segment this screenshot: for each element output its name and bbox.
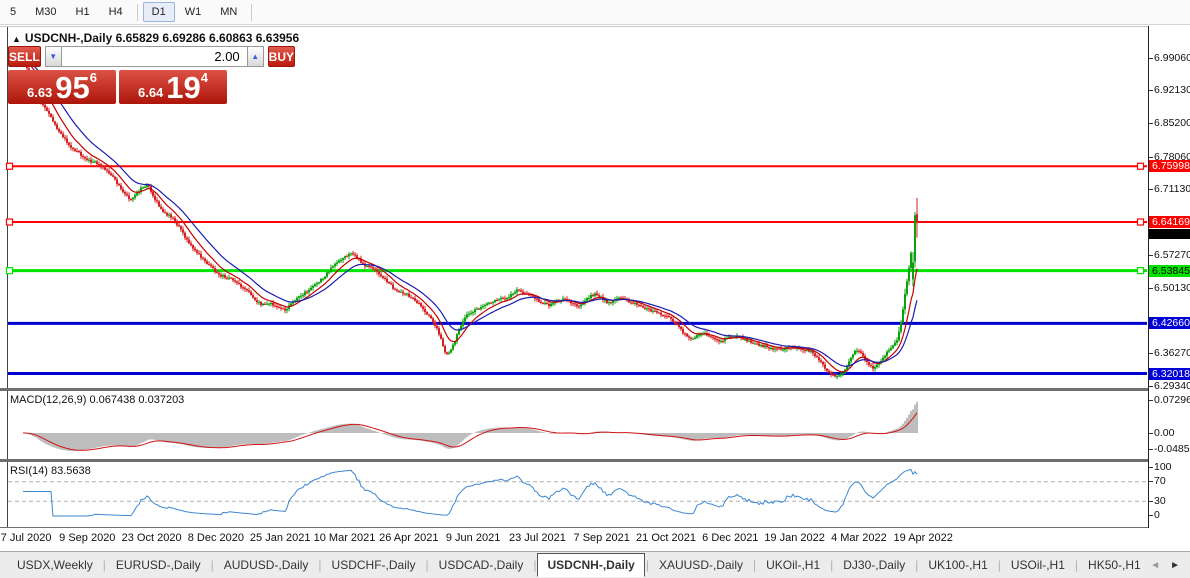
tab-separator: | [1075, 558, 1078, 572]
tab-usdx-weekly[interactable]: USDX,Weekly [8, 554, 102, 576]
tab-scroll-left-icon[interactable]: ◄ [1150, 560, 1160, 571]
hline-handle[interactable] [1138, 268, 1144, 274]
price-tick: 6.99060 [1154, 52, 1190, 64]
sell-price-pip: 6 [90, 71, 97, 84]
tab-ukoil-h1[interactable]: UKOil-,H1 [757, 554, 829, 576]
tab-separator: | [426, 558, 429, 572]
sell-price-big: 95 [55, 75, 89, 100]
tab-separator: | [211, 558, 214, 572]
date-tick: 23 Oct 2020 [122, 532, 182, 544]
date-tick: 10 Mar 2021 [314, 532, 376, 544]
chart-window-title: ▲ USDCNH-,Daily 6.65829 6.69286 6.60863 6… [12, 31, 299, 45]
tab-usoil-h1[interactable]: USOil-,H1 [1002, 554, 1074, 576]
one-click-trade-panel: SELL ▼ ▲ BUY 6.63 95 6 6.64 19 4 [8, 46, 227, 104]
macd-axis-tick: 0.00 [1154, 427, 1174, 439]
symbol-period-label: USDCNH-,Daily [25, 31, 112, 45]
terminal-window: 5M30H1H4D1W1MN ▲USDCNH-,Daily 6.65829 6.… [0, 0, 1190, 578]
date-tick: 27 Jul 2020 [0, 532, 51, 544]
price-tick: 6.71130 [1154, 183, 1190, 195]
ohlc-values: 6.65829 6.69286 6.60863 6.63956 [116, 31, 300, 45]
volume-input[interactable] [62, 46, 247, 67]
price-tick: 6.50130 [1154, 282, 1190, 294]
tab-scroll-right-icon[interactable]: ► [1170, 560, 1180, 571]
sell-button[interactable]: SELL [8, 46, 41, 67]
sell-price-prefix: 6.63 [27, 86, 52, 100]
volume-decrease-button[interactable]: ▼ [45, 46, 62, 67]
price-badge-6-64169: 6.64169 [1149, 216, 1190, 228]
date-axis[interactable]: 27 Jul 2020 9 Sep 2020 23 Oct 2020 8 Dec 20… [0, 528, 1148, 551]
date-tick: 25 Jan 2021 [250, 532, 311, 544]
date-tick: 19 Apr 2022 [894, 532, 953, 544]
price-tick: 6.92130 [1154, 84, 1190, 96]
tab-separator: | [533, 558, 536, 572]
price-badge-6-42660: 6.42660 [1149, 317, 1190, 329]
price-badge-6-75998: 6.75998 [1149, 160, 1190, 172]
rsi-axis-tick: 100 [1154, 461, 1172, 473]
price-tick: 6.36270 [1154, 347, 1190, 359]
current-price-badge: 6.63956 [1149, 229, 1190, 239]
rsi-value: 83.5638 [51, 465, 91, 477]
tab-audusd-daily[interactable]: AUDUSD-,Daily [215, 554, 318, 576]
expand-triangle-icon[interactable]: ▲ [12, 34, 21, 44]
tab-scroll-buttons: ◄► [1150, 560, 1190, 571]
hline-handle[interactable] [1138, 163, 1144, 169]
volume-spinner: ▼ ▲ [45, 46, 264, 67]
price-axis[interactable]: 6.990606.921306.852006.780606.711306.572… [1148, 26, 1190, 528]
price-tick: 6.57270 [1154, 249, 1190, 261]
tab-usdchf-daily[interactable]: USDCHF-,Daily [323, 554, 425, 576]
date-tick: 26 Apr 2021 [379, 532, 438, 544]
tab-uk100-h1[interactable]: UK100-,H1 [919, 554, 996, 576]
date-tick: 21 Oct 2021 [636, 532, 696, 544]
hline-handle[interactable] [1138, 219, 1144, 225]
buy-price-box[interactable]: 6.64 19 4 [119, 70, 227, 104]
tab-separator: | [318, 558, 321, 572]
date-tick: 19 Jan 2022 [764, 532, 825, 544]
tab-separator: | [103, 558, 106, 572]
chart-tab-bar: USDX,Weekly|EURUSD-,Daily|AUDUSD-,Daily|… [0, 551, 1190, 578]
buy-button[interactable]: BUY [268, 46, 295, 67]
tab-separator: | [915, 558, 918, 572]
price-tick: 6.85200 [1154, 117, 1190, 129]
tab-separator: | [830, 558, 833, 572]
volume-increase-button[interactable]: ▲ [247, 46, 264, 67]
date-tick: 23 Jul 2021 [509, 532, 566, 544]
tab-xauusd-daily[interactable]: XAUUSD-,Daily [650, 554, 752, 576]
date-tick: 8 Dec 2020 [188, 532, 244, 544]
tab-separator: | [753, 558, 756, 572]
buy-price-prefix: 6.64 [138, 86, 163, 100]
rsi-axis-tick: 30 [1154, 495, 1166, 507]
buy-price-pip: 4 [201, 71, 208, 84]
tab-usdcad-daily[interactable]: USDCAD-,Daily [430, 554, 533, 576]
tab-eurusd-daily[interactable]: EURUSD-,Daily [107, 554, 210, 576]
tab-hk50-h1[interactable]: HK50-,H1 [1079, 554, 1150, 576]
hline-handle[interactable] [7, 219, 13, 225]
macd-axis-tick: 0.072963 [1154, 394, 1190, 406]
date-tick: 6 Dec 2021 [702, 532, 758, 544]
tab-usdcnh-daily[interactable]: USDCNH-,Daily [537, 553, 644, 577]
tab-separator: | [646, 558, 649, 572]
hline-handle[interactable] [7, 268, 13, 274]
rsi-axis-tick: 70 [1154, 475, 1166, 487]
date-tick: 9 Jun 2021 [446, 532, 500, 544]
sell-price-box[interactable]: 6.63 95 6 [8, 70, 116, 104]
date-tick: 7 Sep 2021 [574, 532, 630, 544]
date-tick: 4 Mar 2022 [831, 532, 887, 544]
rsi-label: RSI(14) 83.5638 [10, 465, 91, 477]
price-badge-6-53845: 6.53845 [1149, 265, 1190, 277]
macd-axis-tick: -0.048573 [1154, 443, 1190, 455]
price-tick: 6.29340 [1154, 380, 1190, 392]
hline-handle[interactable] [7, 163, 13, 169]
macd-label: MACD(12,26,9) 0.067438 0.037203 [10, 394, 184, 406]
macd-values: 0.067438 0.037203 [89, 394, 184, 406]
rsi-axis-tick: 0 [1154, 509, 1160, 521]
date-tick: 9 Sep 2020 [59, 532, 115, 544]
price-badge-6-32018: 6.32018 [1149, 368, 1190, 380]
tab-dj30-daily[interactable]: DJ30-,Daily [834, 554, 914, 576]
tab-separator: | [998, 558, 1001, 572]
buy-price-big: 19 [166, 75, 200, 100]
